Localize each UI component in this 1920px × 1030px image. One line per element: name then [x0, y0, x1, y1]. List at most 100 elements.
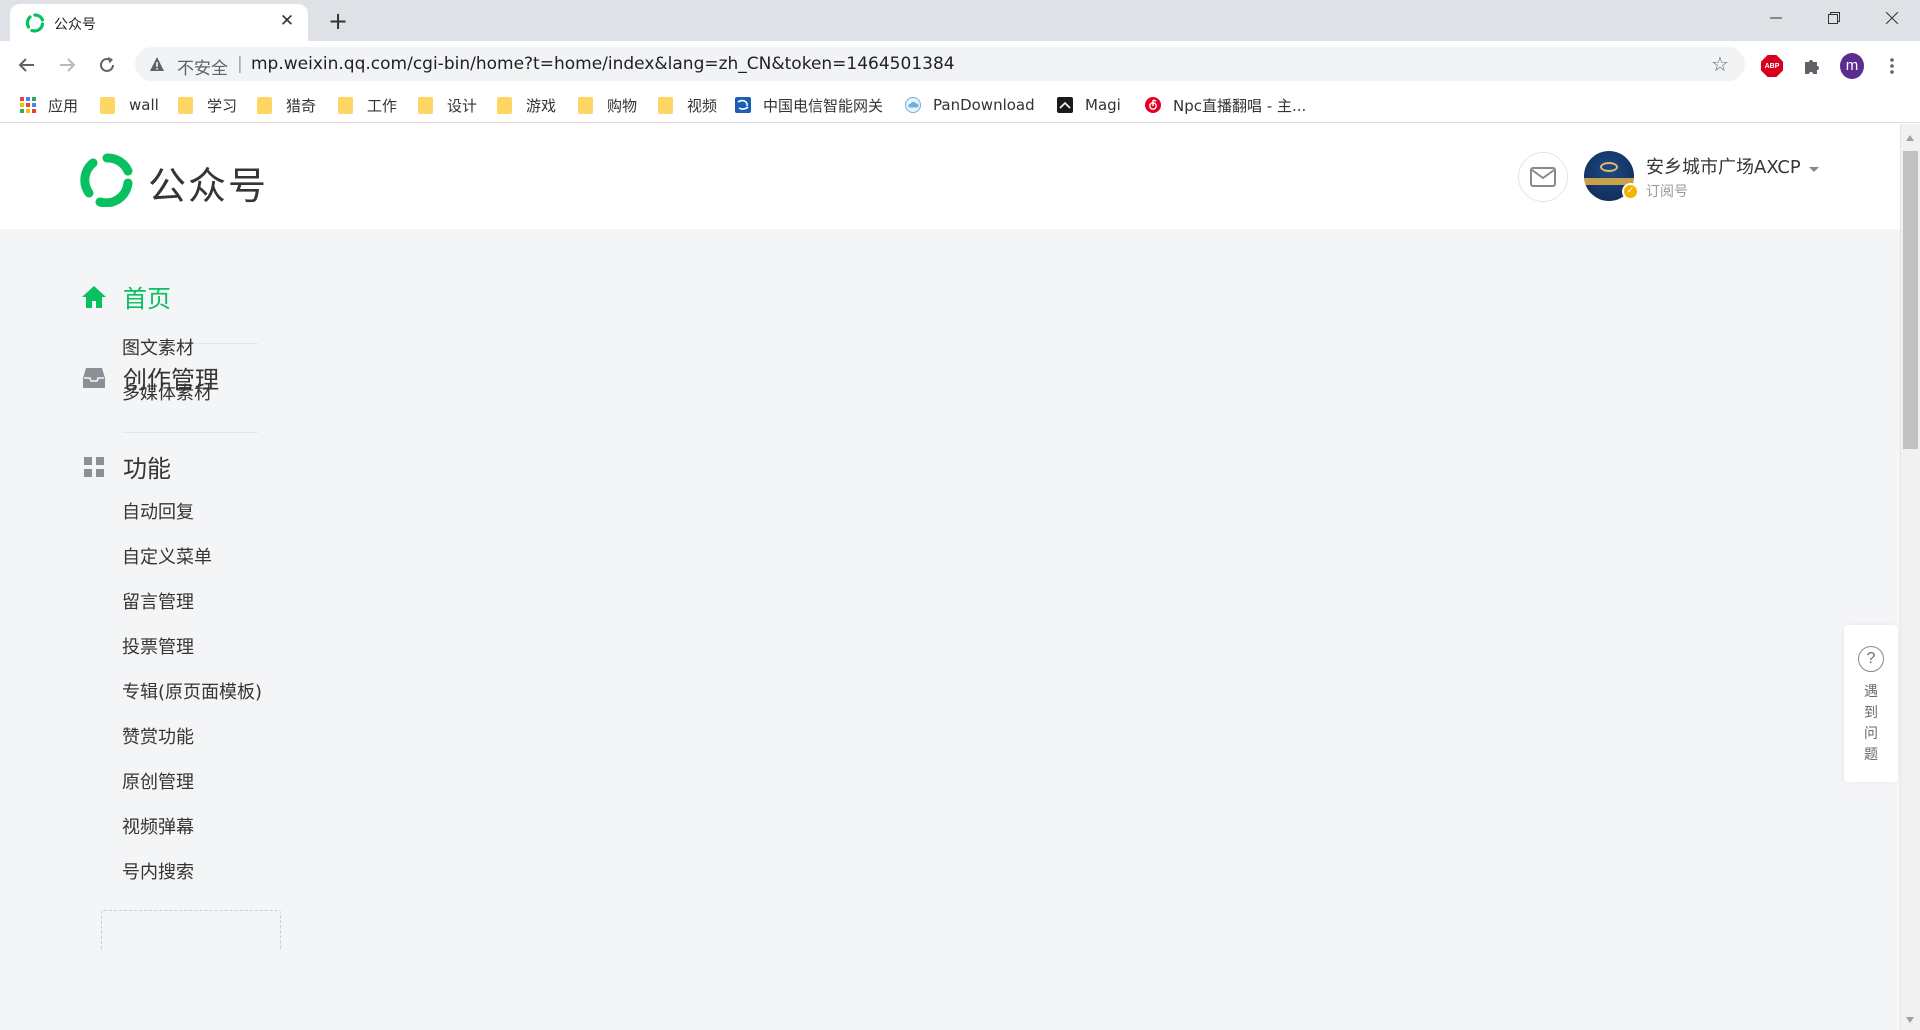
sidebar-item-original-management[interactable]: 原创管理 — [122, 768, 194, 794]
account-dropdown-caret-icon[interactable] — [1809, 167, 1819, 172]
url-text[interactable]: mp.weixin.qq.com/cgi-bin/home?t=home/ind… — [251, 54, 955, 74]
sidebar-item-article-materials[interactable]: 图文素材 — [122, 334, 194, 360]
browser-tab-title: 公众号 — [54, 17, 96, 33]
folder-icon — [418, 96, 433, 114]
scroll-up-arrow-icon[interactable] — [1906, 135, 1914, 141]
bookmarks-bar: 应用 wall 学习 猎奇 工作 设计 游戏 购物 视频 中国电信智能网关 Pa… — [0, 87, 1920, 123]
window-minimize-button[interactable] — [1747, 0, 1805, 36]
site-header: 公众号 ✓ 安乡城市广场AXCP 订阅号 — [0, 124, 1900, 229]
china-telecom-icon — [735, 97, 751, 113]
sidebar-divider — [122, 432, 258, 433]
folder-icon — [257, 96, 272, 114]
restore-icon — [1828, 12, 1840, 24]
bookmark-label: 购物 — [607, 96, 638, 115]
inbox-tray-icon — [80, 364, 108, 392]
bookmark-folder-wall[interactable]: wall — [100, 95, 159, 115]
wechat-mp-logo-icon[interactable] — [80, 153, 134, 207]
envelope-icon — [1530, 167, 1556, 187]
address-bar[interactable]: 不安全 | mp.weixin.qq.com/cgi-bin/home?t=ho… — [135, 47, 1745, 81]
page-scrollbar[interactable] — [1900, 124, 1920, 1030]
sidebar-item-home[interactable]: 首页 — [80, 279, 171, 314]
window-restore-button[interactable] — [1805, 0, 1863, 36]
forward-button[interactable] — [53, 51, 81, 79]
browser-menu-button[interactable] — [1880, 54, 1904, 78]
reload-icon — [100, 57, 114, 72]
bookmark-magi[interactable]: Magi — [1057, 95, 1121, 115]
tab-close-icon[interactable]: ✕ — [278, 12, 296, 30]
help-widget[interactable]: ? 遇到问题 — [1844, 625, 1898, 782]
scrollbar-thumb[interactable] — [1903, 151, 1918, 449]
apps-grid-icon — [20, 97, 36, 113]
account-name[interactable]: 安乡城市广场AXCP — [1646, 153, 1801, 179]
bookmark-star-icon[interactable]: ☆ — [1709, 53, 1731, 75]
puzzle-icon — [1805, 60, 1819, 74]
warning-triangle-icon[interactable] — [149, 56, 165, 72]
bookmark-folder-design[interactable]: 设计 — [418, 95, 477, 115]
verified-badge-icon: ✓ — [1622, 183, 1639, 200]
help-label: 遇到问题 — [1864, 684, 1878, 763]
page-viewport: 公众号 ✓ 安乡城市广场AXCP 订阅号 首页 创作管理 图文素材 多媒体素材 — [0, 124, 1920, 1030]
wechat-mp-favicon-icon — [25, 13, 45, 33]
bookmark-folder-games[interactable]: 游戏 — [497, 95, 556, 115]
folder-icon — [100, 96, 115, 114]
back-button[interactable] — [13, 51, 41, 79]
minimize-icon — [1770, 17, 1782, 19]
security-status-label[interactable]: 不安全 — [177, 54, 228, 79]
sidebar-item-video-danmaku[interactable]: 视频弹幕 — [122, 813, 194, 839]
sidebar-item-media-materials[interactable]: 多媒体素材 — [122, 379, 212, 405]
bookmark-label: 工作 — [367, 96, 398, 115]
home-icon — [80, 283, 108, 311]
arrow-left-icon — [18, 58, 34, 72]
security-separator: | — [237, 54, 243, 74]
reload-button[interactable] — [93, 51, 121, 79]
bookmark-folder-shopping[interactable]: 购物 — [578, 95, 637, 115]
sidebar-item-auto-reply[interactable]: 自动回复 — [122, 498, 194, 524]
bookmark-folder-work[interactable]: 工作 — [338, 95, 397, 115]
sidebar-item-album[interactable]: 专辑(原页面模板) — [122, 678, 262, 704]
bookmark-label: Npc直播翻唱 - 主... — [1173, 96, 1307, 115]
sidebar-item-comment-management[interactable]: 留言管理 — [122, 588, 194, 614]
bookmark-label: 学习 — [207, 96, 238, 115]
profile-button[interactable]: m — [1840, 53, 1864, 79]
folder-icon — [578, 96, 593, 114]
sidebar-item-in-account-search[interactable]: 号内搜索 — [122, 858, 194, 884]
browser-toolbar: 不安全 | mp.weixin.qq.com/cgi-bin/home?t=ho… — [0, 41, 1920, 87]
window-close-button[interactable] — [1863, 0, 1920, 36]
sidebar-item-vote-management[interactable]: 投票管理 — [122, 633, 194, 659]
site-title[interactable]: 公众号 — [148, 155, 268, 210]
bookmark-netease-music[interactable]: Npc直播翻唱 - 主... — [1145, 95, 1306, 115]
bookmark-china-telecom[interactable]: 中国电信智能网关 — [735, 95, 883, 115]
add-feature-placeholder[interactable] — [101, 910, 281, 950]
account-type: 订阅号 — [1646, 184, 1688, 200]
bookmark-apps[interactable]: 应用 — [20, 95, 78, 115]
bookmark-folder-curious[interactable]: 猎奇 — [257, 95, 316, 115]
bookmark-folder-video[interactable]: 视频 — [658, 95, 717, 115]
sidebar-item-label: 首页 — [123, 285, 171, 313]
bookmark-label: wall — [129, 96, 159, 114]
question-mark-icon: ? — [1858, 646, 1884, 672]
bookmark-label: 设计 — [447, 96, 478, 115]
sidebar-item-reward[interactable]: 赞赏功能 — [122, 723, 194, 749]
adblock-icon: ABP — [1761, 55, 1783, 77]
scroll-down-arrow-icon[interactable] — [1906, 1017, 1914, 1023]
cloud-icon — [905, 97, 921, 113]
arrow-right-icon — [60, 58, 76, 72]
browser-tab-active[interactable]: 公众号 ✕ — [10, 4, 308, 41]
adblock-extension-button[interactable]: ABP — [1760, 54, 1784, 78]
folder-icon — [178, 96, 193, 114]
messages-button[interactable] — [1518, 152, 1568, 202]
extensions-button[interactable] — [1800, 54, 1824, 78]
folder-icon — [658, 96, 673, 114]
bookmark-label: 游戏 — [526, 96, 557, 115]
avatar-logo-mark — [1600, 162, 1618, 172]
bookmark-pandownload[interactable]: PanDownload — [905, 95, 1035, 115]
bookmark-label: 中国电信智能网关 — [763, 96, 884, 115]
bookmark-label: 视频 — [687, 96, 718, 115]
new-tab-button[interactable]: + — [324, 7, 352, 35]
grid-icon — [80, 453, 108, 481]
magi-icon — [1057, 97, 1073, 113]
sidebar-item-custom-menu[interactable]: 自定义菜单 — [122, 543, 212, 569]
bookmark-folder-study[interactable]: 学习 — [178, 95, 237, 115]
kebab-menu-icon — [1890, 58, 1894, 74]
sidebar-section-features[interactable]: 功能 — [80, 449, 171, 484]
